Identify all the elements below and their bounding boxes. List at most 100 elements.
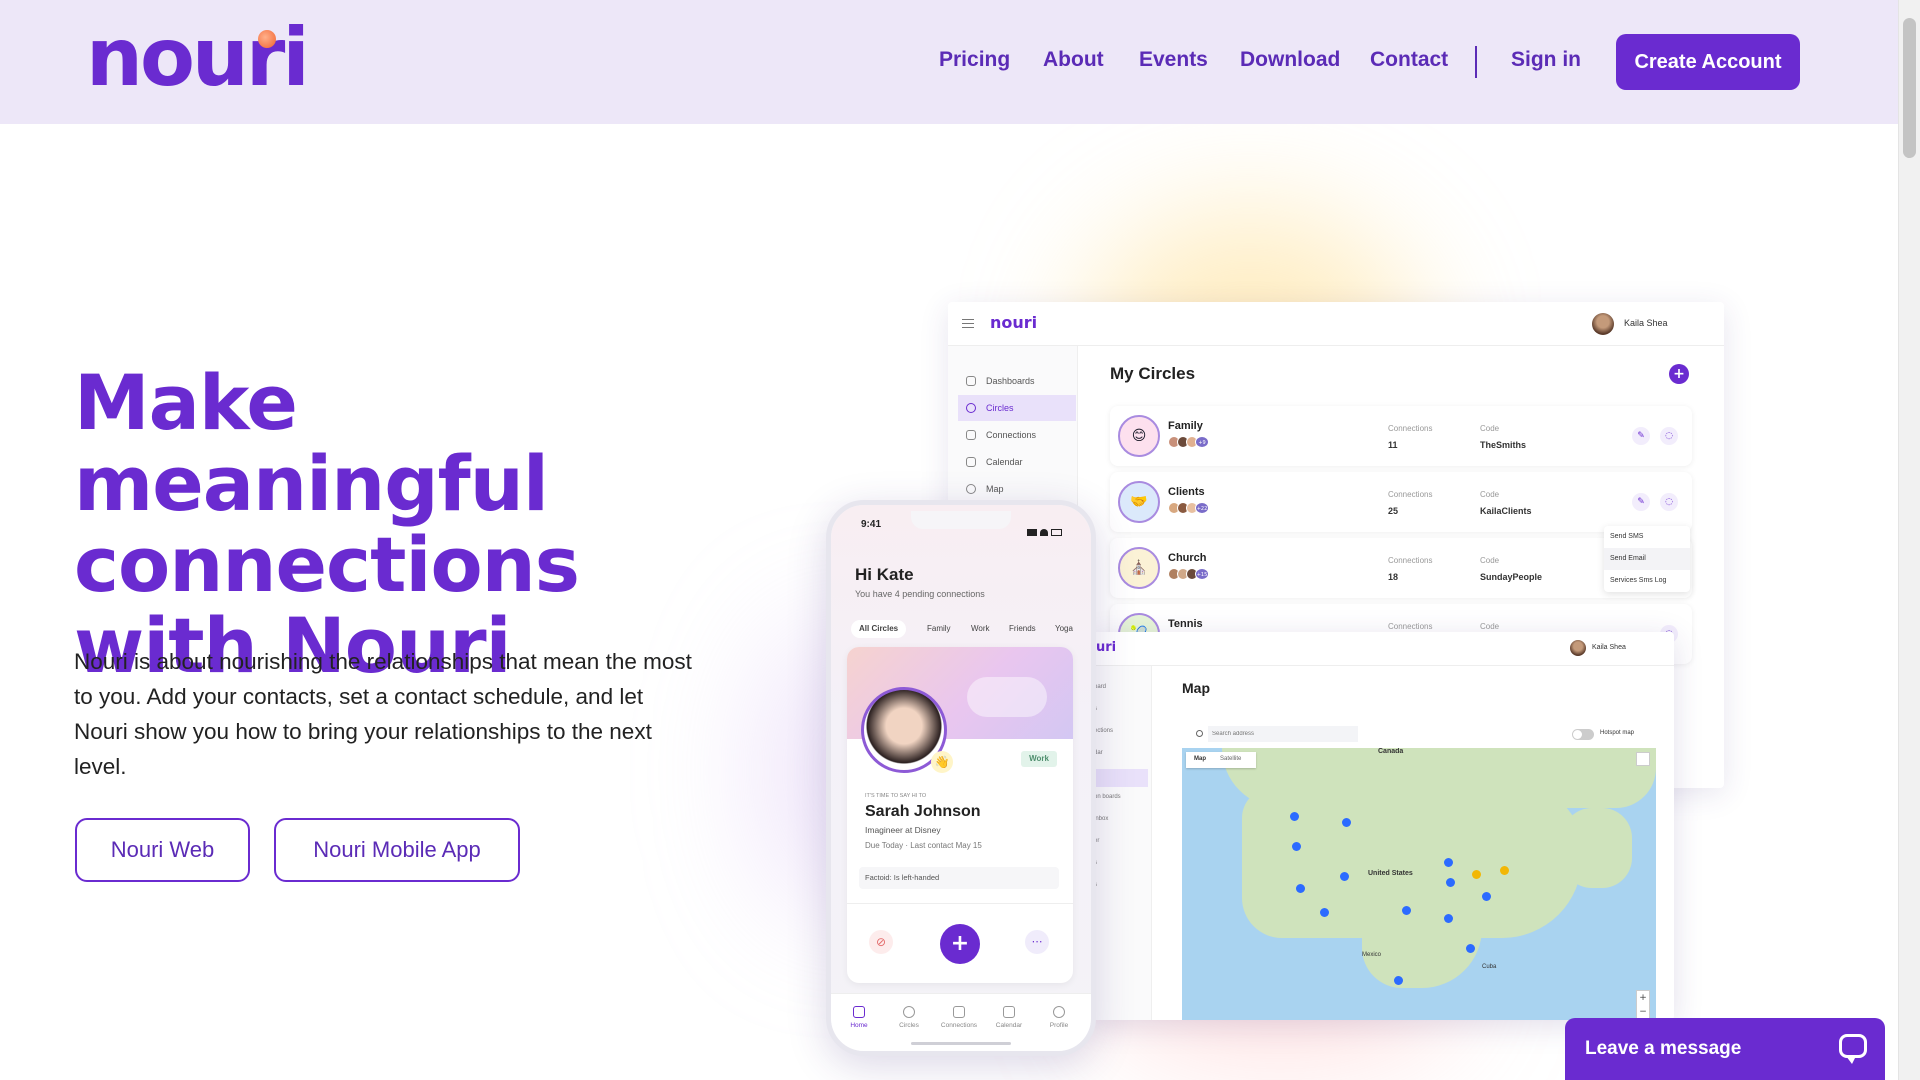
nav-events[interactable]: Events	[1139, 48, 1208, 72]
chip-all-circles[interactable]: All Circles	[851, 620, 907, 638]
map-type-map[interactable]: Map	[1194, 756, 1206, 762]
menu-item-send-sms[interactable]: Send SMS	[1604, 526, 1690, 548]
sidebar-item-connections[interactable]: Connections	[958, 422, 1076, 448]
message-icon[interactable]: ◌	[1660, 427, 1678, 445]
hotspot-label: Hotspot map	[1600, 730, 1635, 736]
map-type-satellite[interactable]: Satellite	[1220, 756, 1241, 762]
search-address-input[interactable]	[1208, 726, 1358, 742]
map-search-bar: Hotspot map	[1182, 720, 1656, 748]
message-options-menu: Send SMS Send Email Services Sms Log	[1604, 526, 1690, 592]
fullscreen-icon[interactable]	[1636, 752, 1650, 766]
map-pin[interactable]	[1290, 812, 1299, 821]
nav-contact[interactable]: Contact	[1370, 48, 1448, 72]
hero-title: Make meaningful connections with Nouri	[74, 358, 580, 690]
tab-calendar[interactable]: Calendar	[987, 1006, 1031, 1029]
message-icon[interactable]: ◌	[1660, 493, 1678, 511]
avatar	[1570, 640, 1586, 656]
map-logo-fragment: uri	[1096, 640, 1117, 655]
chat-icon[interactable]: ⋯	[1025, 930, 1049, 954]
sidebar-item-calendar[interactable]: Calendar	[958, 449, 1076, 475]
tab-home[interactable]: Home	[837, 1006, 881, 1029]
connections-count: 18	[1388, 572, 1399, 582]
map-pin[interactable]	[1292, 842, 1301, 851]
circle-code: SundayPeople	[1480, 572, 1543, 582]
sidebar-item-map[interactable]: Map	[958, 476, 1076, 502]
nouri-logo[interactable]: nouri	[86, 18, 310, 98]
nouri-web-button[interactable]: Nouri Web	[75, 818, 250, 882]
home-indicator	[911, 1042, 1011, 1045]
member-avatars: +15	[1168, 568, 1209, 580]
code-label: Code	[1480, 556, 1500, 565]
circle-name: Clients	[1168, 486, 1205, 498]
map-pin[interactable]	[1466, 944, 1475, 953]
contact-name: Sarah Johnson	[865, 803, 981, 820]
tab-connections[interactable]: Connections	[937, 1006, 981, 1029]
map-screenshot: uri Kaila Shea oard s ections dar on boa…	[1090, 632, 1674, 1020]
connections-label: Connections	[1388, 424, 1433, 433]
map-pin[interactable]	[1342, 818, 1351, 827]
smile-icon: 😊	[1118, 415, 1160, 457]
sidebar-item-dashboards[interactable]: Dashboards	[958, 368, 1076, 394]
factoid: Factoid: Is left-handed	[859, 867, 1059, 889]
edit-icon[interactable]: ✎	[1632, 427, 1650, 445]
map-pin[interactable]	[1482, 892, 1491, 901]
calendar-icon	[966, 457, 976, 467]
contacts-icon	[953, 1006, 965, 1018]
connections-label: Connections	[1388, 622, 1433, 631]
map-pin[interactable]	[1402, 906, 1411, 915]
circle-icon	[966, 403, 976, 413]
map-view[interactable]: Map Satellite Canada United States Mexic…	[1182, 748, 1656, 1020]
pending-connections: You have 4 pending connections	[855, 589, 985, 599]
circle-name: Tennis	[1168, 618, 1203, 630]
scrollbar-thumb[interactable]	[1903, 18, 1916, 158]
map-type-switch: Map Satellite	[1186, 752, 1256, 768]
map-pin[interactable]	[1296, 884, 1305, 893]
nav-sign-in[interactable]: Sign in	[1511, 48, 1581, 72]
nav-download[interactable]: Download	[1240, 48, 1340, 72]
edit-icon[interactable]: ✎	[1632, 493, 1650, 511]
chip-yoga[interactable]: Yoga	[1055, 620, 1073, 638]
map-pin[interactable]	[1320, 908, 1329, 917]
chip-work[interactable]: Work	[971, 620, 990, 638]
page-scrollbar[interactable]	[1898, 0, 1920, 1080]
sidebar-item-fragment: inbox	[1094, 816, 1109, 822]
nav-pricing[interactable]: Pricing	[939, 48, 1010, 72]
nav-about[interactable]: About	[1043, 48, 1104, 72]
create-account-button[interactable]: Create Account	[1616, 34, 1800, 90]
wave-icon: 👋	[931, 751, 953, 773]
snooze-icon[interactable]: ⊘	[869, 930, 893, 954]
contact-role: Imagineer at Disney	[865, 825, 941, 835]
map-label-canada: Canada	[1378, 748, 1404, 755]
zoom-controls[interactable]: + −	[1636, 990, 1650, 1020]
tab-circles[interactable]: Circles	[887, 1006, 931, 1029]
add-button[interactable]: +	[940, 924, 980, 964]
leave-message-widget[interactable]: Leave a message	[1565, 1018, 1885, 1080]
add-circle-button[interactable]: +	[1669, 364, 1689, 384]
map-pin[interactable]	[1472, 870, 1481, 879]
map-pin[interactable]	[1446, 878, 1455, 887]
member-avatars: +22	[1168, 502, 1209, 514]
map-pin[interactable]	[1394, 976, 1403, 985]
circle-row-family[interactable]: 😊 Family +9 Connections 11 Code TheSmith…	[1110, 406, 1692, 466]
map-pin[interactable]	[1444, 858, 1453, 867]
map-label-united-states: United States	[1368, 870, 1413, 877]
map-pin[interactable]	[1500, 866, 1509, 875]
hero-description: Nouri is about nourishing the relationsh…	[74, 649, 692, 779]
map-pin[interactable]	[1444, 914, 1453, 923]
phone-screen: 9:41 Hi Kate You have 4 pending connecti…	[831, 505, 1091, 1051]
sidebar-item-fragment: ections	[1094, 728, 1114, 734]
tab-profile[interactable]: Profile	[1037, 1006, 1081, 1029]
chip-friends[interactable]: Friends	[1009, 620, 1036, 638]
menu-item-send-email[interactable]: Send Email	[1604, 548, 1690, 570]
menu-item-sms-log[interactable]: Services Sms Log	[1604, 570, 1690, 592]
map-pin[interactable]	[1340, 872, 1349, 881]
circle-row-clients[interactable]: 🤝 Clients +22 Connections 25 Code KailaC…	[1110, 472, 1692, 532]
hotspot-toggle[interactable]	[1572, 729, 1594, 740]
sidebar-item-map-active[interactable]	[1090, 769, 1148, 787]
chip-family[interactable]: Family	[927, 620, 951, 638]
church-icon: ⛪	[1118, 547, 1160, 589]
contact-card[interactable]: 👋 Work IT'S TIME TO SAY HI TO Sarah John…	[847, 647, 1073, 983]
member-avatars: +9	[1168, 436, 1209, 448]
nouri-mobile-app-button[interactable]: Nouri Mobile App	[274, 818, 520, 882]
sidebar-item-circles[interactable]: Circles	[958, 395, 1076, 421]
